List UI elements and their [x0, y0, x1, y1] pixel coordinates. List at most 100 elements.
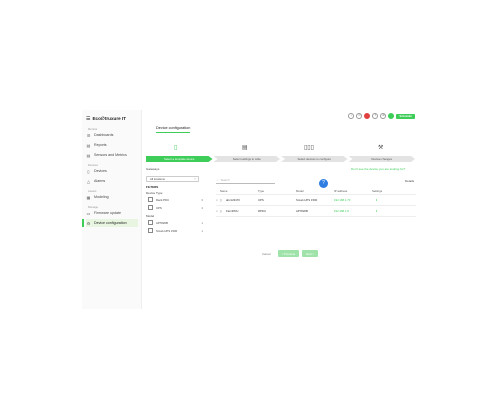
location-value: All locations [150, 177, 165, 181]
sidebar-item-firmware[interactable]: ▭ Firmware update [86, 209, 138, 217]
stepper: Select a template device Select settings… [146, 156, 416, 162]
tab-device-configuration[interactable]: Device configuration [156, 126, 191, 133]
checkbox[interactable] [148, 205, 153, 210]
step-select-settings[interactable]: Select settings to write [213, 156, 280, 162]
row-ip[interactable]: 192.168.1.8 [334, 209, 349, 213]
device-icon: ▯ [174, 145, 178, 151]
device-type-label: Device Type [146, 191, 163, 195]
app-window: ☰ Eco∅truxure IT Monitor ☰ Dashboards ▤ … [82, 110, 419, 309]
step-icons: ▯ ▤ ▯▯▯ ⚒ [146, 144, 416, 154]
logo-text: Eco∅truxure IT [92, 116, 127, 121]
table-row[interactable]: ○ ▯ FarmPDU RPDU AP7820B 192.168.1.8 ℹ [216, 206, 416, 217]
config-icon: ⚙ [86, 220, 91, 226]
user-avatar[interactable] [388, 113, 395, 119]
top-toolbar: ⌕ ↻ ? ⚙ Schneider [348, 113, 415, 119]
info-icon[interactable]: ℹ [376, 198, 377, 202]
sidebar-item-label: Firmware update [94, 211, 121, 215]
sidebar-item-label: Modeling [94, 195, 109, 199]
sidebar-item-alarms[interactable]: △ Alarms [86, 177, 138, 185]
filter-ap7820b[interactable]: AP7820B 1 [148, 220, 203, 225]
step-select-devices[interactable]: Select devices to configure [281, 156, 348, 162]
details-link[interactable]: Details [405, 179, 414, 183]
step-review-changes[interactable]: Review changes [348, 156, 415, 162]
row-name: FarmPDU [226, 209, 239, 213]
settings-icon[interactable]: ⚙ [380, 113, 387, 119]
hamburger-icon[interactable]: ☰ [86, 116, 90, 122]
row-type: RPDU [258, 209, 266, 213]
table-row[interactable]: ○ ▯ abc123470 UPS Smart-UPS 1500 192.168… [216, 195, 416, 206]
report-icon: ▤ [86, 142, 91, 148]
filter-ups[interactable]: UPS 2 [148, 205, 203, 210]
model-label: Model [146, 214, 155, 218]
chevron-down-icon: ˅ [194, 177, 196, 181]
column-ip[interactable]: IP address [334, 189, 347, 193]
filter-label: Smart-UPS 1500 [156, 228, 178, 233]
row-model: AP7820B [296, 209, 308, 213]
row-type: UPS [258, 198, 264, 202]
row-model: Smart-UPS 1500 [296, 198, 318, 202]
previous-button[interactable]: < Previous [277, 250, 300, 257]
filter-label: AP7820B [156, 220, 168, 225]
checkbox[interactable] [148, 197, 153, 202]
filter-count: 1 [201, 220, 203, 225]
sidebar-item-device-configuration[interactable]: ⚙ Device configuration [82, 219, 138, 227]
logo: ☰ Eco∅truxure IT [86, 116, 126, 122]
sidebar-item-label: Reports [94, 143, 107, 147]
gateways-label: Gateways [146, 167, 160, 171]
filter-label: Rack PDU [156, 197, 170, 202]
checkbox[interactable] [148, 220, 153, 225]
checkbox[interactable] [148, 228, 153, 233]
help-icon[interactable]: ? [372, 113, 379, 119]
sensor-icon: ▤ [86, 152, 91, 158]
search-icon: ⌕ [217, 178, 219, 182]
wizard-buttons: Cancel < Previous Next > [258, 250, 319, 257]
next-button[interactable]: Next > [302, 250, 319, 257]
column-type[interactable]: Type [258, 189, 264, 193]
sidebar-item-reports[interactable]: ▤ Reports [86, 141, 138, 149]
cancel-button[interactable]: Cancel [258, 250, 275, 257]
search-placeholder: Search [220, 178, 230, 182]
sidebar-item-sensors[interactable]: ▤ Sensors and Metrics [86, 151, 138, 159]
radio-button[interactable]: ○ [216, 198, 218, 202]
sidebar: ☰ Eco∅truxure IT Monitor ☰ Dashboards ▤ … [82, 110, 142, 309]
review-icon: ⚒ [378, 145, 384, 151]
device-table: Name Type Model IP address Settings ○ ▯ … [216, 188, 416, 217]
dashboard-icon: ☰ [86, 132, 91, 138]
device-icon: ▯ [220, 209, 222, 213]
refresh-icon[interactable]: ↻ [356, 113, 363, 119]
filter-smart-ups[interactable]: Smart-UPS 1500 1 [148, 228, 203, 233]
sidebar-item-dashboards[interactable]: ☰ Dashboards [86, 131, 138, 139]
modeling-icon: ▦ [86, 194, 91, 200]
sidebar-item-label: Device configuration [94, 221, 127, 225]
radio-button[interactable]: ○ [216, 209, 218, 213]
info-icon[interactable]: ℹ [376, 209, 377, 213]
alarm-icon: △ [86, 178, 91, 184]
column-name[interactable]: Name [220, 189, 227, 193]
column-model[interactable]: Model [296, 189, 304, 193]
notification-icon[interactable] [364, 113, 371, 119]
column-settings[interactable]: Settings [372, 189, 382, 193]
search-input[interactable]: ⌕ Search [216, 177, 275, 184]
devices-icon: ▯▯▯ [304, 145, 314, 151]
filter-rack-pdu[interactable]: Rack PDU 0 [148, 197, 203, 202]
sidebar-item-label: Alarms [94, 179, 106, 183]
help-fab[interactable]: ? [319, 179, 328, 188]
device-icon: ▯ [220, 198, 222, 202]
location-select[interactable]: All locations ˅ [146, 176, 199, 182]
sidebar-item-label: Devices [94, 169, 107, 173]
filter-label: UPS [156, 205, 162, 210]
row-name: abc123470 [226, 198, 240, 202]
sidebar-item-modeling[interactable]: ▦ Modeling [86, 193, 138, 201]
device-icon: ▯ [87, 168, 90, 174]
sidebar-item-label: Dashboards [94, 133, 114, 137]
table-header: Name Type Model IP address Settings [216, 188, 416, 195]
row-ip[interactable]: 192.168.1.70 [334, 198, 350, 202]
step-select-template[interactable]: Select a template device [146, 156, 213, 162]
settings-doc-icon: ▤ [242, 145, 248, 151]
help-link[interactable]: Don't see the device you are looking for… [351, 167, 405, 171]
filters-heading: FILTERS [146, 185, 159, 189]
filter-count: 2 [201, 205, 203, 210]
search-icon[interactable]: ⌕ [348, 113, 355, 119]
main-content: ⌕ ↻ ? ⚙ Schneider Device configuration ▯… [142, 110, 419, 309]
sidebar-item-devices[interactable]: ▯ Devices [86, 167, 138, 175]
